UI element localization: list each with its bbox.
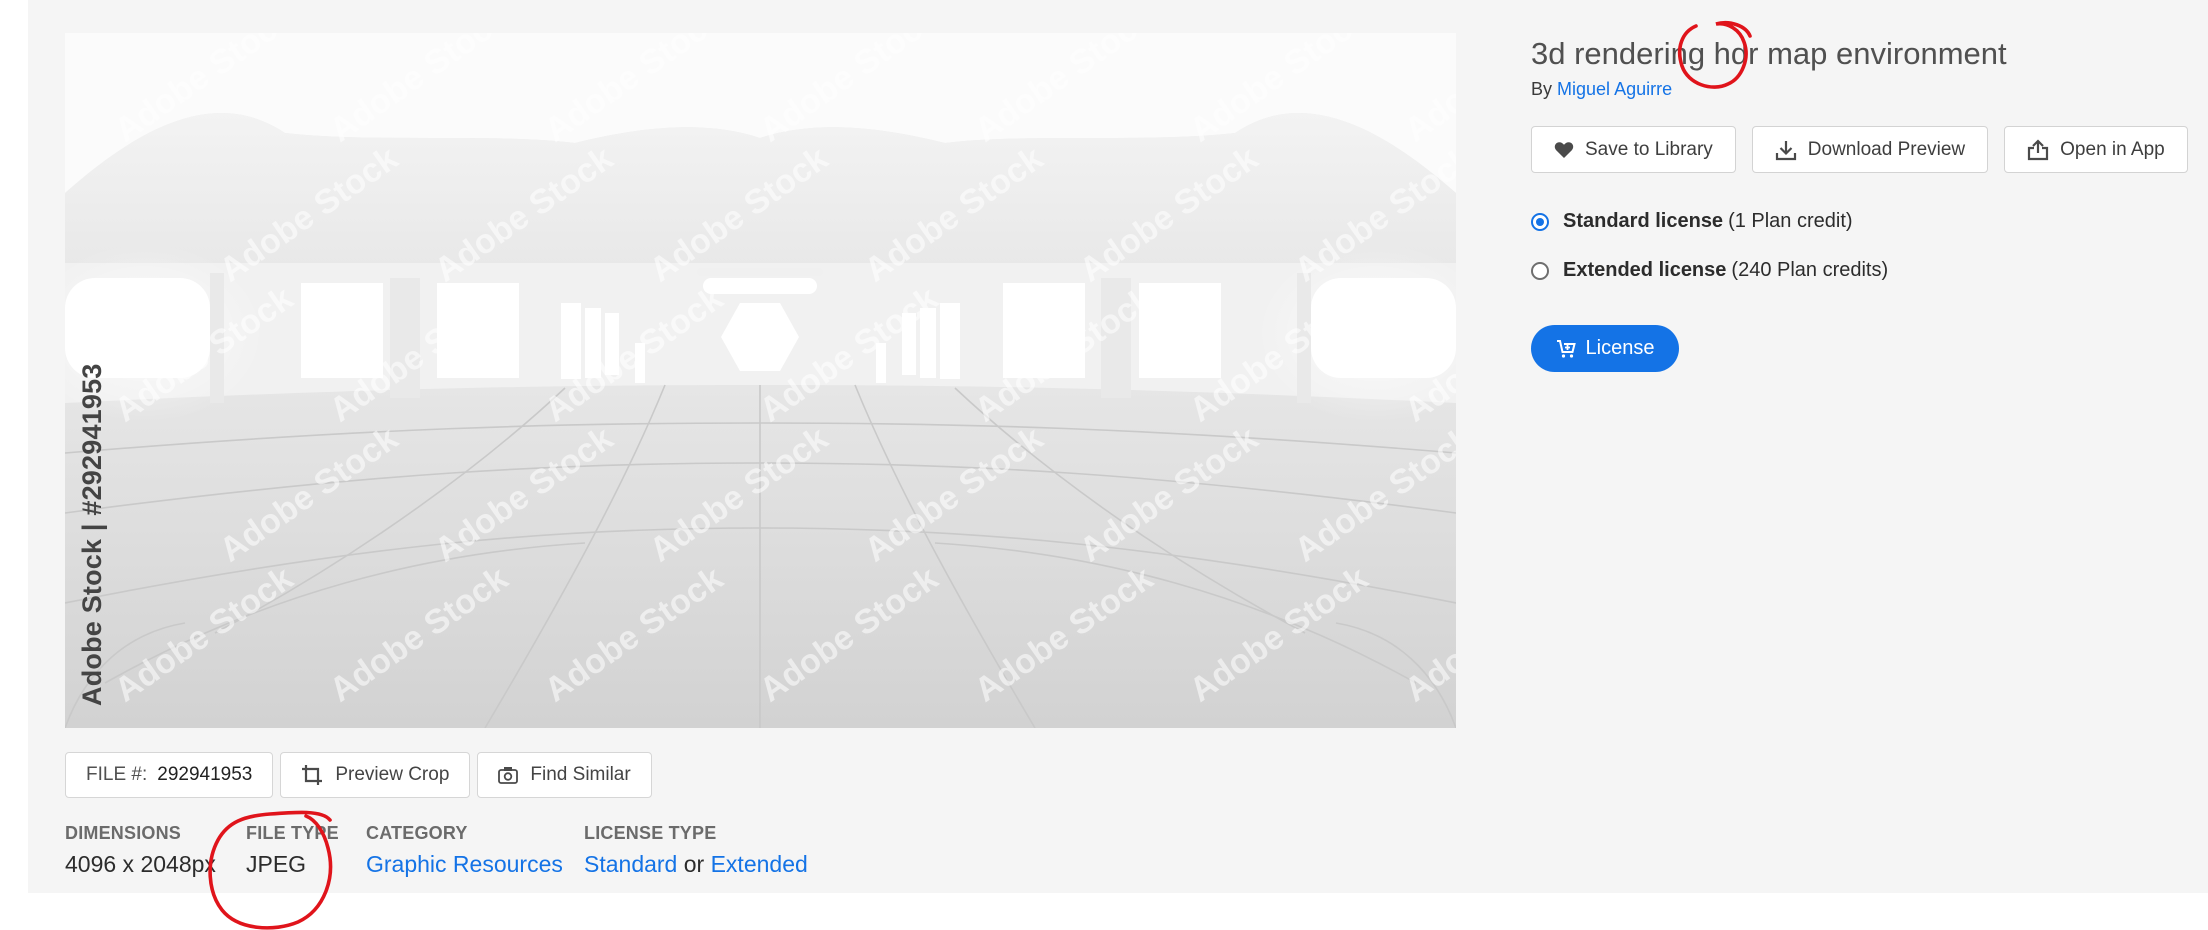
extended-license-radio[interactable] bbox=[1531, 261, 1549, 280]
dimensions-heading: DIMENSIONS bbox=[65, 823, 182, 843]
meta-file-type: FILE TYPE JPEG bbox=[246, 823, 339, 878]
dimensions-value: 4096 x 2048px bbox=[65, 851, 216, 877]
file-type-value: JPEG bbox=[246, 851, 307, 877]
extended-license-detail: (240 Plan credits) bbox=[1731, 259, 1889, 281]
meta-license-type: LICENSE TYPE Standard or Extended bbox=[584, 823, 808, 878]
vertical-watermark: Adobe Stock | #292941953 bbox=[77, 363, 107, 706]
heart-icon bbox=[1554, 141, 1574, 158]
license-button[interactable]: License bbox=[1531, 325, 1679, 372]
download-icon bbox=[1775, 140, 1796, 160]
file-number-chip: FILE #: 292941953 bbox=[65, 752, 274, 798]
license-type-heading: LICENSE TYPE bbox=[584, 823, 717, 843]
share-icon bbox=[2028, 138, 2049, 160]
file-number-label: FILE #: bbox=[86, 764, 148, 785]
open-in-app-button[interactable]: Open in App bbox=[2004, 126, 2188, 173]
bottom-gutter bbox=[0, 893, 2208, 930]
asset-preview-image[interactable]: Adobe Stock Adobe Stock Adobe Stock Adobe S… bbox=[65, 33, 1456, 728]
left-gutter bbox=[0, 0, 28, 893]
extended-license-link[interactable]: Extended bbox=[711, 851, 808, 877]
find-similar-button[interactable]: Find Similar bbox=[477, 752, 652, 798]
license-button-label: License bbox=[1585, 337, 1655, 359]
file-action-bar: FILE #: 292941953 Preview Crop Find Simi… bbox=[65, 752, 652, 798]
camera-icon bbox=[498, 767, 519, 784]
standard-license-detail: (1 Plan credit) bbox=[1728, 210, 1853, 232]
meta-category: CATEGORY Graphic Resources bbox=[366, 823, 563, 878]
stock-asset-page: Adobe Stock Adobe Stock Adobe Stock Adobe S… bbox=[0, 0, 2208, 930]
open-in-app-label: Open in App bbox=[2060, 138, 2165, 160]
meta-dimensions: DIMENSIONS 4096 x 2048px bbox=[65, 823, 216, 878]
license-or-text: or bbox=[683, 851, 705, 877]
download-preview-button[interactable]: Download Preview bbox=[1751, 126, 1989, 173]
standard-license-name: Standard license bbox=[1563, 210, 1724, 232]
standard-license-option[interactable]: Standard license (1 Plan credit) bbox=[1531, 210, 1853, 233]
download-preview-label: Download Preview bbox=[1807, 138, 1966, 160]
category-link[interactable]: Graphic Resources bbox=[366, 851, 563, 877]
save-to-library-button[interactable]: Save to Library bbox=[1531, 126, 1736, 173]
standard-license-link[interactable]: Standard bbox=[584, 851, 677, 877]
find-similar-label: Find Similar bbox=[530, 764, 631, 785]
preview-crop-button[interactable]: Preview Crop bbox=[280, 752, 471, 798]
by-label: By bbox=[1531, 79, 1553, 99]
extended-license-option[interactable]: Extended license (240 Plan credits) bbox=[1531, 259, 1888, 282]
save-to-library-label: Save to Library bbox=[1585, 138, 1713, 160]
extended-license-name: Extended license bbox=[1563, 259, 1727, 281]
asset-byline: By Miguel Aguirre bbox=[1531, 79, 1672, 100]
crop-icon bbox=[302, 765, 323, 785]
preview-crop-label: Preview Crop bbox=[335, 764, 450, 785]
file-type-heading: FILE TYPE bbox=[246, 823, 339, 843]
category-heading: CATEGORY bbox=[366, 823, 468, 843]
asset-title: 3d rendering hdr map environment bbox=[1531, 36, 2007, 71]
file-number-value: 292941953 bbox=[157, 764, 253, 785]
author-link[interactable]: Miguel Aguirre bbox=[1557, 79, 1672, 99]
asset-actions: Save to Library Download Preview Open in… bbox=[1531, 126, 2188, 173]
standard-license-radio[interactable] bbox=[1531, 212, 1549, 231]
cart-icon bbox=[1556, 339, 1576, 358]
hdr-room-illustration: Adobe Stock Adobe Stock Adobe Stock Adobe S… bbox=[65, 33, 1456, 728]
